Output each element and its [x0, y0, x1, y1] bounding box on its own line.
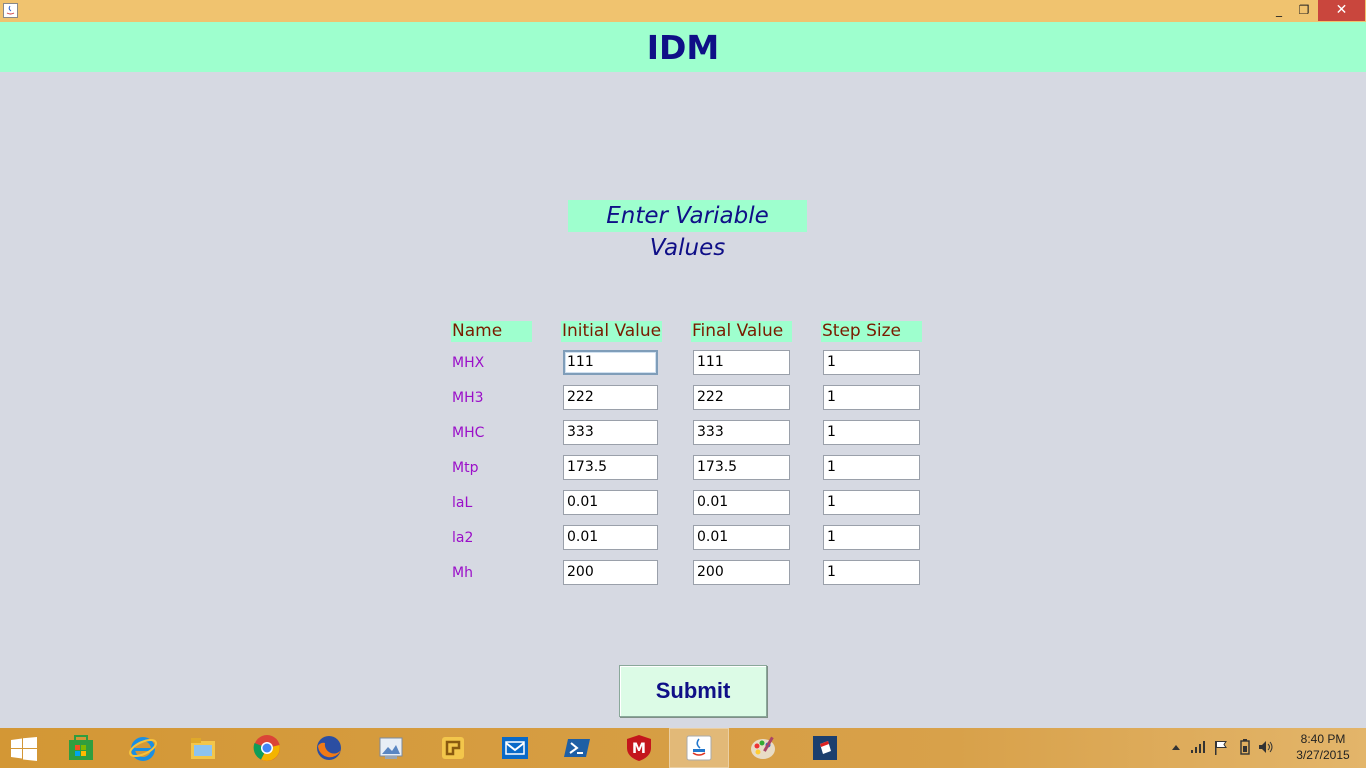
paint-icon[interactable]: [734, 729, 792, 767]
final-value-input[interactable]: 0.01: [693, 490, 790, 515]
file-explorer-icon[interactable]: [174, 729, 232, 767]
final-value-input[interactable]: 111: [693, 350, 790, 375]
window-titlebar: _ ❐ ✕: [0, 0, 1366, 22]
step-size-input[interactable]: 1: [823, 420, 920, 445]
photo-viewer-icon[interactable]: [362, 729, 420, 767]
step-size-input[interactable]: 1: [823, 490, 920, 515]
svg-text:M: M: [632, 741, 646, 757]
start-button[interactable]: [0, 729, 50, 767]
mail-icon[interactable]: [486, 729, 544, 767]
clock-date: 3/27/2015: [1296, 748, 1350, 762]
submit-button[interactable]: Submit: [619, 665, 767, 717]
show-hidden-icons-icon[interactable]: [1171, 743, 1181, 751]
initial-value-input[interactable]: 173.5: [563, 455, 658, 480]
step-size-input[interactable]: 1: [823, 525, 920, 550]
final-value-input[interactable]: 333: [693, 420, 790, 445]
column-header-final-value: Final Value: [691, 321, 792, 342]
final-value-input[interactable]: 200: [693, 560, 790, 585]
firefox-icon[interactable]: [300, 729, 358, 767]
battery-icon[interactable]: [1240, 739, 1250, 755]
variable-name-label: MHX: [452, 355, 485, 371]
initial-value-input[interactable]: 200: [563, 560, 658, 585]
app-title: IDM: [646, 28, 720, 67]
variable-name-label: la2: [452, 530, 474, 546]
final-value-input[interactable]: 222: [693, 385, 790, 410]
mcafee-icon[interactable]: M: [610, 729, 668, 767]
initial-value-input[interactable]: 0.01: [563, 490, 658, 515]
java-app-icon[interactable]: [3, 3, 18, 18]
column-header-step-size: Step Size: [821, 321, 922, 342]
java-icon[interactable]: [669, 728, 729, 768]
initial-value-input[interactable]: 0.01: [563, 525, 658, 550]
puzzle-app-icon[interactable]: [424, 729, 482, 767]
taskbar: M 8:40 PM 3/27/2015: [0, 728, 1366, 768]
taskbar-clock[interactable]: 8:40 PM 3/27/2015: [1290, 731, 1356, 763]
internet-explorer-icon[interactable]: [114, 729, 172, 767]
minimize-button[interactable]: _: [1268, 0, 1290, 21]
store-icon[interactable]: [52, 729, 110, 767]
variable-name-label: MHC: [452, 425, 485, 441]
variable-name-label: MH3: [452, 390, 484, 406]
close-button[interactable]: ✕: [1318, 0, 1365, 21]
system-tray: [1168, 728, 1283, 768]
step-size-input[interactable]: 1: [823, 455, 920, 480]
network-icon[interactable]: [1190, 740, 1206, 754]
variable-name-label: Mh: [452, 565, 473, 581]
chrome-icon[interactable]: [238, 729, 296, 767]
variable-name-label: laL: [452, 495, 473, 511]
clock-time: 8:40 PM: [1300, 732, 1346, 746]
maximize-button[interactable]: ❐: [1292, 0, 1316, 21]
column-header-name: Name: [451, 321, 532, 342]
header-banner: IDM: [0, 22, 1366, 72]
initial-value-input[interactable]: 111: [563, 350, 658, 375]
section-heading: Enter Variable Values: [568, 200, 807, 261]
initial-value-input[interactable]: 333: [563, 420, 658, 445]
step-size-input[interactable]: 1: [823, 560, 920, 585]
initial-value-input[interactable]: 222: [563, 385, 658, 410]
powershell-icon[interactable]: [548, 729, 606, 767]
final-value-input[interactable]: 0.01: [693, 525, 790, 550]
step-size-input[interactable]: 1: [823, 350, 920, 375]
volume-icon[interactable]: [1258, 740, 1274, 754]
action-center-flag-icon[interactable]: [1214, 740, 1228, 755]
variable-name-label: Mtp: [452, 460, 479, 476]
step-size-input[interactable]: 1: [823, 385, 920, 410]
app-red-icon[interactable]: [796, 729, 854, 767]
column-header-initial-value: Initial Value: [561, 321, 662, 342]
final-value-input[interactable]: 173.5: [693, 455, 790, 480]
